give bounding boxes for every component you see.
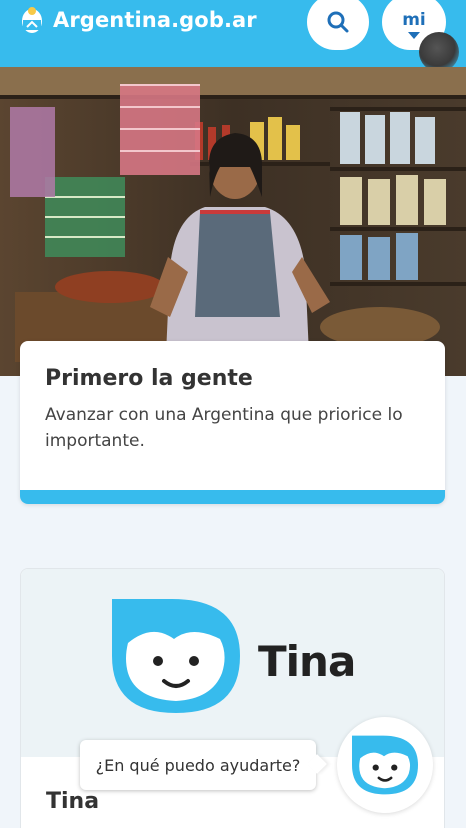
search-button[interactable] [307,0,369,50]
mi-label: mi [402,9,426,30]
tina-card-title: Tina [46,789,100,814]
crest-icon [22,7,42,33]
site-header: Argentina.gob.ar mi [0,0,466,67]
featured-card[interactable]: Primero la gente Avanzar con una Argenti… [20,341,445,504]
touch-indicator [419,32,459,72]
tina-chat-button[interactable] [337,717,433,813]
site-name: Argentina.gob.ar [53,8,257,32]
chat-prompt-bubble[interactable]: ¿En qué puedo ayudarte? [80,740,316,790]
card-title: Primero la gente [45,366,253,391]
hero-illustration [0,67,466,376]
card-text: Avanzar con una Argentina que priorice l… [45,405,403,451]
card-accent-bar [20,490,445,504]
tina-logo-text: Tina [258,637,356,686]
tina-face-icon [352,735,418,795]
chevron-down-icon [408,31,420,39]
hero-image [0,67,466,376]
home-link[interactable]: Argentina.gob.ar [20,4,257,36]
chat-prompt-text: ¿En qué puedo ayudarte? [95,755,301,775]
search-icon [327,11,349,33]
tina-face-icon [112,599,240,713]
